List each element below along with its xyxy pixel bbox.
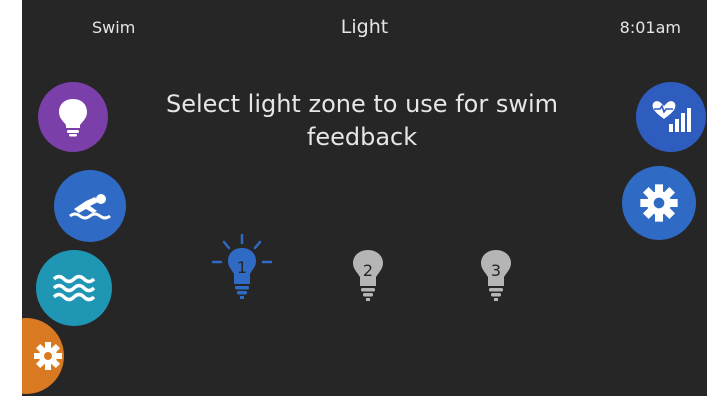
screen: Swim Light 8:01am Select light zone to u… — [22, 0, 707, 396]
lightbulb-icon: 3 — [481, 250, 511, 301]
system-settings-button[interactable] — [622, 166, 696, 240]
light-nav-button[interactable] — [38, 82, 108, 152]
zone-2-number: 2 — [363, 261, 373, 280]
lightbulb-icon — [59, 99, 87, 137]
swimmer-icon — [69, 194, 111, 220]
zone-2-button[interactable]: 2 — [348, 248, 388, 306]
settings-nav-button[interactable] — [22, 318, 64, 394]
zone-3-number: 3 — [491, 261, 501, 280]
swim-nav-button[interactable] — [54, 170, 126, 242]
waves-icon — [52, 274, 96, 302]
health-nav-button[interactable] — [636, 82, 706, 152]
lightbulb-selected-icon: 1 — [211, 233, 273, 299]
instruction-text: Select light zone to use for swim feedba… — [165, 90, 558, 151]
waves-nav-button[interactable] — [36, 250, 112, 326]
gear-icon — [640, 184, 678, 222]
lightbulb-icon: 2 — [353, 250, 383, 301]
gear-icon — [34, 342, 62, 370]
heart-signal-icon — [652, 101, 691, 132]
zone-1-number: 1 — [237, 258, 247, 277]
zone-1-button[interactable]: 1 — [207, 232, 277, 304]
clock: 8:01am — [619, 18, 681, 37]
zone-3-button[interactable]: 3 — [476, 248, 516, 306]
page-title: Light — [340, 16, 389, 38]
